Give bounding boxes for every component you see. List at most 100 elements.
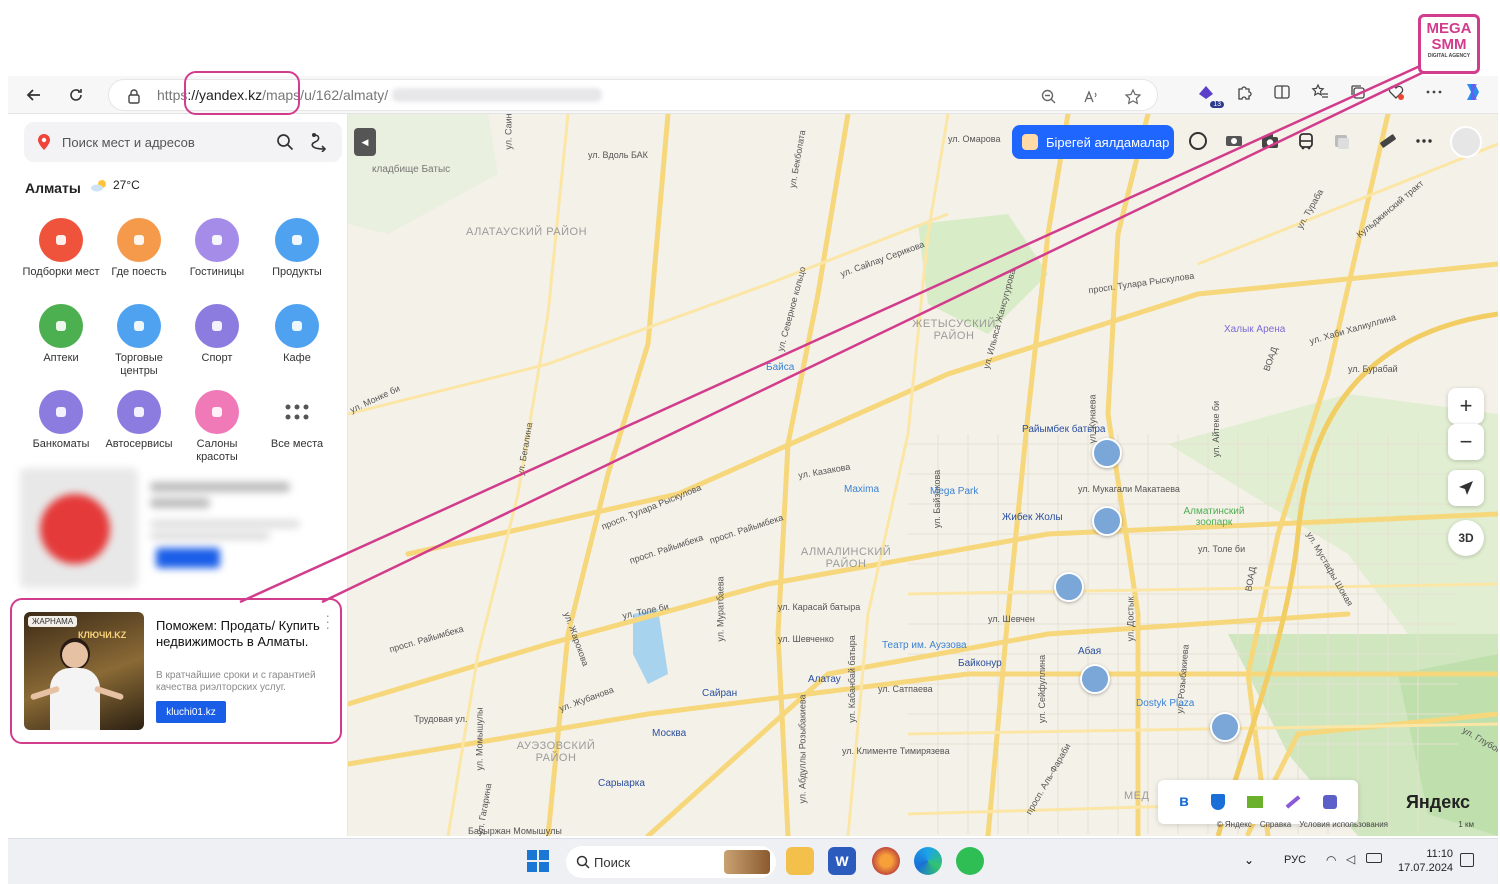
poi-arena[interactable]: Халык Арена [1224,324,1285,335]
photo-pin[interactable] [1092,506,1122,536]
bus-icon[interactable] [1294,126,1318,156]
locate-me-button[interactable] [1448,470,1484,506]
category-1[interactable]: Подборки мест [22,218,100,279]
copilot-icon[interactable] [1460,80,1484,104]
yandex-logo[interactable]: Яндекс [1406,792,1470,813]
category-8[interactable]: Кафе [258,304,336,365]
photo-pin[interactable] [1092,438,1122,468]
collections-icon[interactable] [1346,80,1370,104]
chevron-up-icon[interactable]: ⌄ [1244,853,1254,867]
notification-icon[interactable] [1460,853,1474,867]
camera-icon[interactable] [1258,126,1282,156]
read-aloud-icon[interactable] [1079,85,1103,109]
more-menu-icon[interactable] [1422,80,1446,104]
photo-pin[interactable] [1054,572,1084,602]
wifi-icon[interactable]: ◠ [1326,853,1336,867]
poi-maxima[interactable]: Maxima [844,484,879,495]
teams-icon[interactable] [1322,795,1337,809]
whatsapp-icon[interactable] [956,847,984,875]
3d-button[interactable]: 3D [1448,520,1484,556]
terms-link[interactable]: Условия использования [1299,820,1388,829]
health-icon[interactable] [1384,80,1408,104]
metro-raiymbek[interactable]: Райымбек батыра [1022,424,1106,435]
split-screen-icon[interactable] [1270,80,1294,104]
category-11[interactable]: Салоны красоты [178,390,256,464]
city-name[interactable]: Алматы [25,180,81,196]
zoom-out-icon[interactable] [1037,85,1061,109]
poi-theatre[interactable]: Театр им. Ауэзова [882,640,967,651]
nvidia-icon[interactable] [1246,796,1263,808]
language-indicator[interactable]: РУС [1284,854,1306,866]
metro-baikonur[interactable]: Байконур [958,658,1002,669]
back-button[interactable] [16,80,52,110]
ad-title[interactable]: Поможем: Продать/ Купить недвижимость в … [156,618,334,650]
ruler-icon[interactable] [1376,126,1400,156]
zoom-out-button[interactable]: − [1448,424,1484,460]
map-view[interactable]: ◀ АЛАТАУСКИЙ РАЙОН ЖЕТЫСУСКИЙ РАЙОН АЛМА… [348,114,1498,836]
extension-icon[interactable]: 13 [1194,80,1224,108]
category-9[interactable]: Банкоматы [22,390,100,451]
puzzle-icon[interactable] [1232,80,1256,104]
file-explorer-icon[interactable] [786,847,814,875]
app-icon[interactable] [872,847,900,875]
category-10[interactable]: Автосервисы [100,390,178,451]
battery-icon[interactable] [1366,853,1382,863]
collapse-sidebar-button[interactable]: ◀ [354,128,376,156]
poi-dostyk[interactable]: Dostyk Plaza [1136,698,1194,709]
route-icon[interactable] [310,132,328,157]
dumbbell-icon [195,304,239,348]
poi-cemetery[interactable]: кладбище Батыс [372,164,450,175]
photo-pin[interactable] [1210,712,1240,742]
search-input[interactable]: Поиск мест и адресов [62,135,195,150]
weather[interactable]: 27°C [90,178,140,192]
zoom-in-button[interactable]: + [1448,388,1484,424]
poi-baisa[interactable]: Байса [766,362,794,373]
defender-icon[interactable] [1210,794,1225,810]
poi-megapark[interactable]: Mega Park [930,486,978,497]
bluetooth-icon[interactable]: ʙ [1179,793,1189,811]
user-avatar[interactable] [1450,126,1482,158]
metro-abai[interactable]: Абая [1078,646,1101,657]
category-3[interactable]: Гостиницы [178,218,256,279]
photo-pin[interactable] [1080,664,1110,694]
volume-icon[interactable]: ◁ [1346,852,1355,866]
ad-more-icon[interactable]: · · · [325,608,330,634]
category-2[interactable]: Где поесть [100,218,178,279]
ad-card[interactable]: ЖАРНАМА КЛЮЧИ.KZ Поможем: Продать/ Купит… [10,598,342,744]
ad-tag: ЖАРНАМА [28,616,78,627]
metro-moskva[interactable]: Москва [652,728,686,739]
category-6[interactable]: Торговые центры [100,304,178,378]
category-12[interactable]: Все места [258,390,336,451]
clock[interactable]: 11:10 17.07.2024 [1398,847,1453,875]
edge-icon[interactable] [914,847,942,875]
category-5[interactable]: Аптеки [22,304,100,365]
street-label: ул. Шевченко [778,634,834,644]
search-box[interactable]: Поиск мест и адресов [24,122,342,162]
panorama-icon[interactable] [1222,126,1246,156]
word-icon[interactable]: W [828,847,856,875]
ad-link-button[interactable]: kluchi01.kz [156,701,226,723]
taskbar-search-input[interactable]: Поиск [594,855,630,870]
favorites-list-icon[interactable] [1308,80,1332,104]
metro-alatau[interactable]: Алатау [808,674,841,685]
area-label: АУЭЗОВСКИЙ РАЙОН [516,740,596,764]
poi-zoo[interactable]: Алматинский зоопарк [1182,506,1246,528]
map-more-icon[interactable] [1412,126,1436,156]
scissors-icon [195,390,239,434]
unique-stops-button[interactable]: Бірегей аялдамалар [1012,125,1174,159]
taskbar-search[interactable]: Поиск [566,846,776,878]
help-link[interactable]: Справка [1260,820,1291,829]
metro-sairan[interactable]: Сайран [702,688,737,699]
reload-button[interactable] [58,80,94,110]
category-4[interactable]: Продукты [258,218,336,279]
favorite-star-icon[interactable] [1121,85,1145,109]
ad-image[interactable]: ЖАРНАМА КЛЮЧИ.KZ [24,612,144,730]
metro-zhibek[interactable]: Жибек Жолы [1002,512,1063,523]
metro-saryarka[interactable]: Сарыарка [598,778,645,789]
layers-icon[interactable] [1186,126,1210,156]
search-icon[interactable] [276,133,294,156]
pen-icon[interactable] [1285,795,1301,809]
windows-start-icon[interactable] [524,847,552,875]
traffic-icon[interactable] [1330,126,1354,156]
category-7[interactable]: Спорт [178,304,256,365]
